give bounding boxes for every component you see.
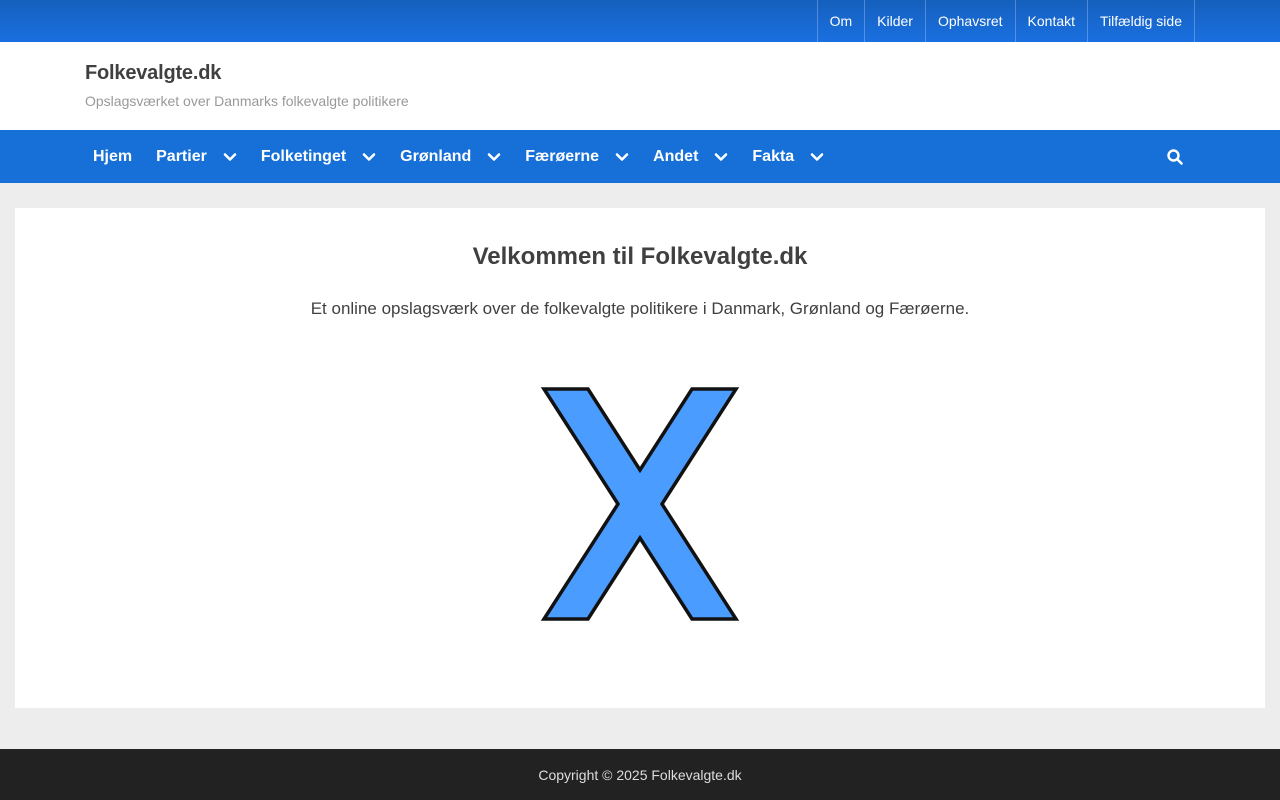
chevron-down-icon[interactable] — [362, 150, 376, 164]
nav-item-fakta[interactable]: Fakta — [740, 130, 836, 183]
chevron-down-icon[interactable] — [714, 150, 728, 164]
nav-item-andet[interactable]: Andet — [641, 130, 740, 183]
nav-item-partier[interactable]: Partier — [144, 130, 249, 183]
top-menu-item-ophavsret[interactable]: Ophavsret — [924, 0, 1015, 42]
nav-item-hjem[interactable]: Hjem — [81, 130, 144, 183]
top-menu-item-om[interactable]: Om — [816, 0, 865, 42]
nav-item-label: Hjem — [93, 147, 133, 165]
nav-item-label: Andet — [653, 147, 699, 165]
intro-text: Et online opslagsværk over de folkevalgt… — [310, 299, 970, 318]
main-navigation: Hjem Partier Folketinget Grønland Færøer… — [0, 130, 1280, 183]
page-title: Velkommen til Folkevalgte.dk — [472, 243, 808, 270]
search-icon[interactable] — [1166, 148, 1184, 166]
nav-item-label: Partier — [156, 147, 207, 165]
copyright-text: Copyright © 2025 Folkevalgte.dk — [538, 766, 742, 783]
nav-item-gronland[interactable]: Grønland — [388, 130, 513, 183]
chevron-down-icon[interactable] — [615, 150, 629, 164]
site-title[interactable]: Folkevalgte.dk — [85, 62, 1280, 85]
site-description: Opslagsværket over Danmarks folkevalgte … — [85, 93, 409, 109]
nav-item-label: Færøerne — [525, 147, 600, 165]
chevron-down-icon[interactable] — [487, 150, 501, 164]
top-menu-item-kilder[interactable]: Kilder — [864, 0, 925, 42]
top-bar: Om Kilder Ophavsret Kontakt Tilfældig si… — [0, 0, 1280, 42]
top-menu-item-kontakt[interactable]: Kontakt — [1014, 0, 1087, 42]
nav-item-label: Grønland — [400, 147, 472, 165]
site-footer: Copyright © 2025 Folkevalgte.dk — [0, 749, 1280, 800]
nav-item-folketinget[interactable]: Folketinget — [249, 130, 388, 183]
nav-item-label: Fakta — [752, 147, 795, 165]
nav-item-faeroerne[interactable]: Færøerne — [513, 130, 641, 183]
top-menu: Om Kilder Ophavsret Kontakt Tilfældig si… — [816, 0, 1195, 42]
site-header: Folkevalgte.dk Opslagsværket over Danmar… — [0, 42, 1280, 130]
chevron-down-icon[interactable] — [223, 150, 237, 164]
nav-item-label: Folketinget — [260, 147, 347, 165]
site-logo-x — [540, 386, 740, 622]
top-menu-item-random-page[interactable]: Tilfældig side — [1087, 0, 1195, 42]
main-content: Velkommen til Folkevalgte.dk Et online o… — [15, 208, 1265, 708]
chevron-down-icon[interactable] — [810, 150, 824, 164]
